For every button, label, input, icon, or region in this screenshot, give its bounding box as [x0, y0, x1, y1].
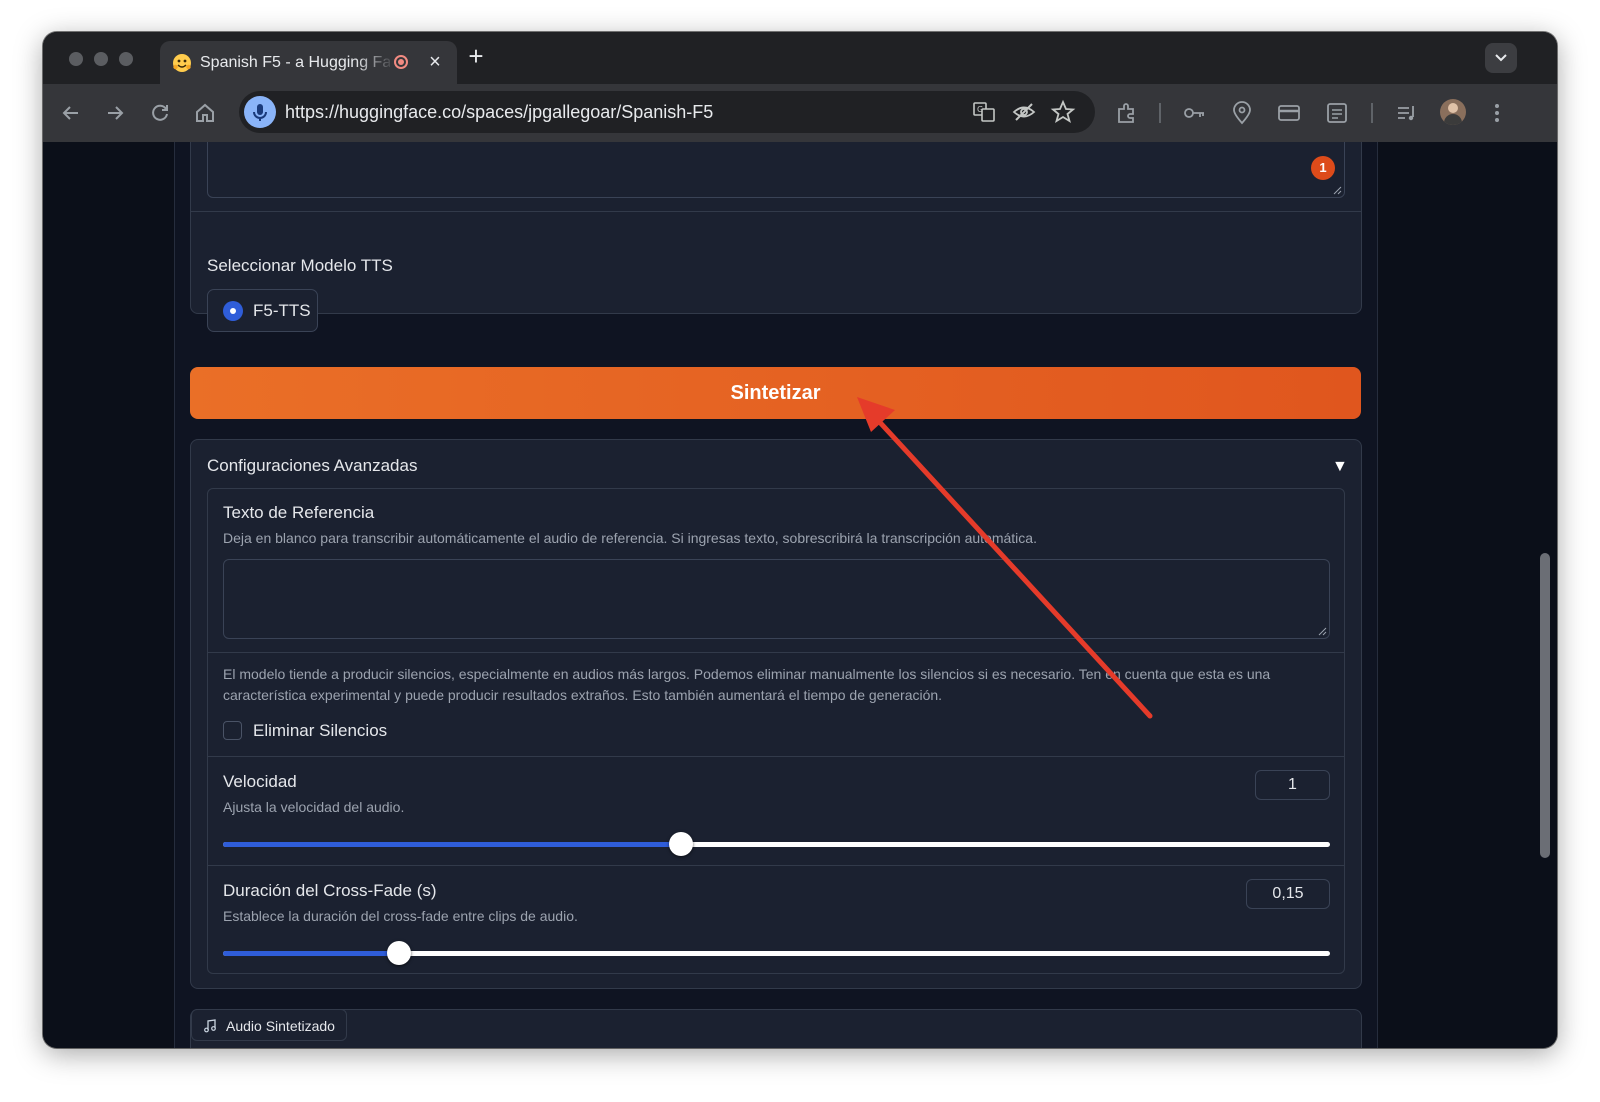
zoom-window-button[interactable] [119, 52, 133, 66]
address-bar[interactable]: https://huggingface.co/spaces/jpgallegoa… [239, 91, 1095, 133]
speed-number-input[interactable]: 1 [1255, 770, 1330, 800]
gen-text-area[interactable]: 1 [207, 142, 1345, 198]
reading-list-icon[interactable] [1324, 100, 1350, 126]
location-icon[interactable] [1229, 100, 1255, 126]
hugging-face-icon [173, 54, 191, 72]
home-icon[interactable] [192, 100, 218, 126]
close-window-button[interactable] [69, 52, 83, 66]
crossfade-info: Establece la duración del cross-fade ent… [223, 908, 578, 924]
star-icon[interactable] [1050, 99, 1076, 125]
forward-icon[interactable] [102, 100, 128, 126]
key-icon[interactable] [1181, 100, 1207, 126]
accordion-toggle-icon[interactable]: ▼ [1332, 459, 1348, 475]
crossfade-slider-fill [223, 951, 399, 956]
page-scrollbar[interactable] [1540, 553, 1550, 858]
speed-slider[interactable] [223, 832, 1330, 856]
eye-off-icon[interactable] [1011, 99, 1037, 125]
music-note-icon [204, 1019, 216, 1033]
speed-info: Ajusta la velocidad del audio. [223, 799, 405, 815]
synthesize-button[interactable]: Sintetizar [190, 367, 1361, 419]
close-tab-icon[interactable]: × [424, 50, 446, 74]
remove-silence-info: El modelo tiende a producir silencios, e… [223, 666, 1271, 703]
advanced-settings-body: Texto de Referencia Deja en blanco para … [207, 488, 1345, 974]
ref-text-label: Texto de Referencia [223, 503, 375, 522]
crossfade-number-input[interactable]: 0,15 [1246, 879, 1330, 909]
error-count-badge: 1 [1311, 156, 1335, 180]
kebab-menu-icon[interactable] [1484, 100, 1510, 126]
back-icon[interactable] [58, 100, 84, 126]
output-panel [190, 1009, 1362, 1048]
gradio-container: 1 Seleccionar Modelo TTS F5-TTS Sintetiz… [174, 142, 1378, 1048]
browser-window: Spanish F5 - a Hugging Face Space × + [43, 32, 1557, 1048]
crossfade-slider-thumb[interactable] [387, 941, 411, 965]
minimize-window-button[interactable] [94, 52, 108, 66]
crossfade-label: Duración del Cross-Fade (s) [223, 881, 437, 900]
voice-search-button[interactable] [244, 96, 276, 128]
remove-silence-checkbox[interactable] [223, 721, 242, 740]
media-icon[interactable] [1394, 100, 1420, 126]
card-icon[interactable] [1276, 100, 1302, 126]
ref-text-input[interactable] [223, 559, 1330, 639]
mic-icon [253, 104, 267, 121]
svg-text:G: G [977, 105, 983, 114]
url-text: https://huggingface.co/spaces/jpgallegoa… [285, 102, 714, 122]
new-tab-button[interactable]: + [463, 43, 489, 70]
active-tab[interactable]: Spanish F5 - a Hugging Face Space × [160, 41, 457, 84]
chevron-down-icon [1495, 54, 1507, 62]
remove-silence-label: Eliminar Silencios [253, 721, 388, 740]
advanced-settings-accordion: Configuraciones Avanzadas ▼ Texto de Ref… [190, 439, 1362, 989]
accordion-title[interactable]: Configuraciones Avanzadas [207, 455, 417, 477]
model-option-label: F5-TTS [253, 301, 311, 320]
avatar[interactable] [1440, 99, 1466, 125]
model-select-label: Seleccionar Modelo TTS [207, 256, 393, 275]
browser-toolbar: https://huggingface.co/spaces/jpgallegoa… [43, 84, 1557, 142]
audio-output-label: Audio Sintetizado [191, 1009, 347, 1041]
page-content: 1 Seleccionar Modelo TTS F5-TTS Sintetiz… [43, 142, 1557, 1048]
resize-handle-icon[interactable] [1332, 185, 1342, 195]
tab-search-button[interactable] [1485, 43, 1517, 73]
speed-label: Velocidad [223, 772, 297, 791]
speed-slider-thumb[interactable] [669, 832, 694, 856]
reload-icon[interactable] [147, 100, 173, 126]
extension-icon[interactable] [1114, 100, 1140, 126]
tab-strip: Spanish F5 - a Hugging Face Space × + [43, 32, 1557, 84]
ref-text-info: Deja en blanco para transcribir automáti… [223, 530, 1037, 546]
audio-output-title: Audio Sintetizado [226, 1018, 335, 1034]
translate-icon[interactable]: G [971, 99, 997, 125]
crossfade-slider[interactable] [223, 941, 1330, 965]
model-option-f5-tts[interactable]: F5-TTS [207, 289, 318, 332]
input-panel: 1 [190, 142, 1362, 314]
radio-selected-icon [223, 301, 243, 321]
speed-slider-fill [223, 842, 682, 847]
recording-indicator-icon [394, 55, 408, 69]
resize-handle-icon[interactable] [1317, 626, 1327, 636]
